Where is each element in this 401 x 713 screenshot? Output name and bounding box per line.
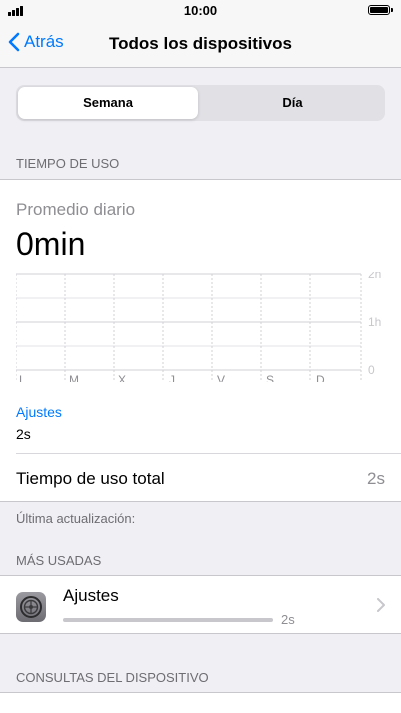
divider [0, 633, 401, 634]
settings-gear-icon [16, 592, 46, 622]
status-bar: 10:00 [0, 0, 401, 20]
total-usage-label: Tiempo de uso total [16, 469, 165, 488]
y-tick-label: 2h [368, 272, 381, 281]
chevron-right-icon [377, 598, 385, 612]
day-label: J [169, 373, 175, 382]
y-tick-label: 0 [368, 363, 375, 377]
navigation-bar: Atrás Todos los dispositivos [0, 20, 401, 68]
last-update-label: Última actualización: [16, 511, 136, 526]
daily-average-label: Promedio diario [16, 200, 136, 219]
segment-day[interactable]: Día [202, 87, 383, 119]
section-header-screen-time: TIEMPO DE USO [16, 156, 120, 171]
section-header-most-used: MÁS USADAS [16, 553, 102, 568]
most-used-row-settings[interactable]: Ajustes 2s [0, 576, 401, 633]
day-label: D [316, 373, 325, 382]
period-segmented-control: Semana Día [16, 85, 385, 121]
app-name: Ajustes [63, 586, 119, 605]
app-usage-time: 2s [281, 612, 295, 627]
y-tick-label: 1h [368, 315, 381, 329]
day-label: M [69, 373, 79, 382]
weekly-usage-chart: 2h 1h 0 L M X J V S D [15, 267, 385, 387]
battery-icon [368, 5, 393, 15]
status-time: 10:00 [183, 3, 218, 18]
day-label: S [266, 373, 274, 382]
segment-week[interactable]: Semana [18, 87, 198, 119]
day-label: X [118, 373, 126, 382]
total-usage-value: 2s [367, 469, 385, 488]
row-divider [16, 453, 401, 454]
category-settings-value: 2s [16, 426, 31, 442]
screen-time-card: Promedio diario 0min 2h 1h 0 L M X J V S… [0, 180, 401, 501]
category-settings-link[interactable]: Ajustes [16, 404, 62, 420]
daily-average-value: 0min [16, 226, 86, 262]
device-queries-card [0, 693, 401, 713]
day-label: L [19, 373, 26, 382]
day-label: V [217, 373, 225, 382]
weekly-usage-chart-svg: 2h 1h 0 L M X J V S D [15, 267, 381, 387]
page-title: Todos los dispositivos [109, 34, 292, 53]
section-header-device-queries: CONSULTAS DEL DISPOSITIVO [16, 670, 209, 685]
divider [0, 501, 401, 502]
app-usage-bar [63, 618, 273, 622]
